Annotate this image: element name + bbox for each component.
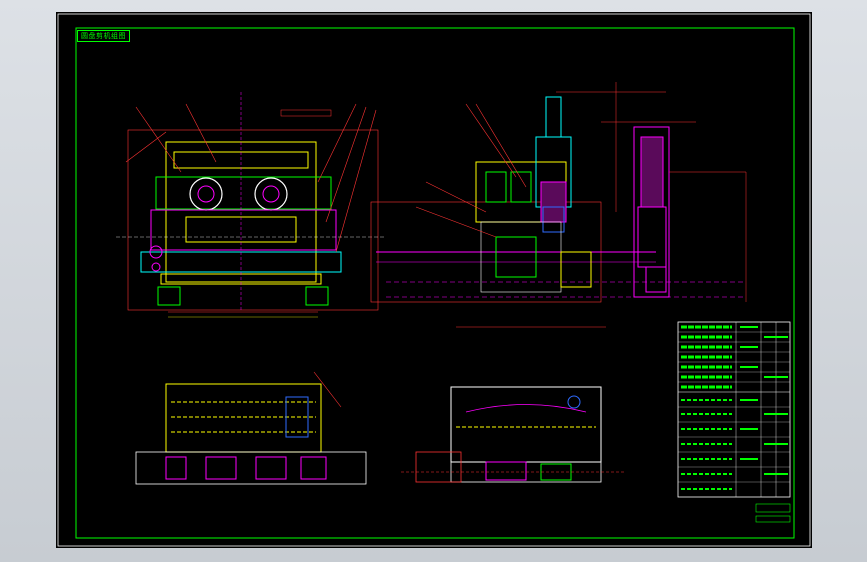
side-elevation-view — [370, 82, 746, 328]
inner-frame — [75, 27, 795, 539]
plan-view-middle — [401, 386, 626, 483]
cad-viewer: 圆盘剪机组图 — [0, 0, 867, 562]
plan-view-left — [135, 371, 367, 485]
drawing-title-label: 圆盘剪机组图 — [77, 30, 130, 42]
drawing-canvas[interactable]: 圆盘剪机组图 — [56, 12, 812, 548]
front-elevation-view — [116, 92, 386, 318]
right-upright-view — [601, 121, 747, 302]
outer-border — [57, 13, 811, 547]
parts-list-table — [677, 321, 791, 523]
cad-drawing — [57, 13, 811, 547]
